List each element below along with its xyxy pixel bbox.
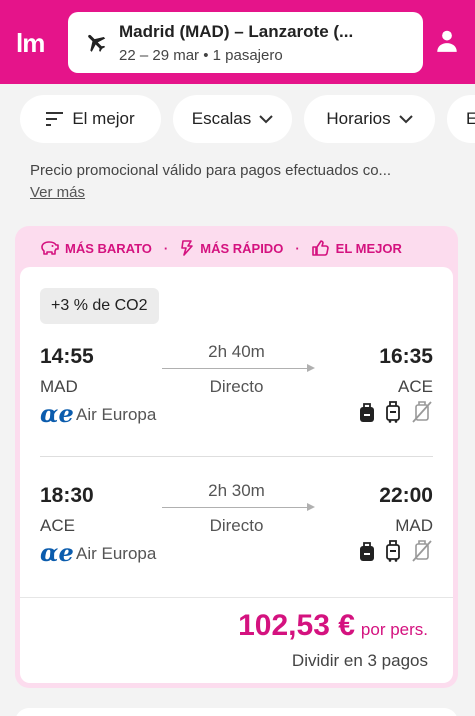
- arrival-time: 22:00: [379, 484, 433, 507]
- segment-divider: [40, 456, 433, 457]
- stops-filter-chip[interactable]: Escalas: [173, 95, 292, 143]
- tag-cheapest: MÁS BARATO: [39, 240, 152, 256]
- arrival-airport: ACE: [398, 377, 433, 396]
- return-segment: 18:30 ACE 2h 30m Directo 22:00 MAD αe Ai…: [20, 481, 453, 604]
- see-more-link[interactable]: Ver más: [30, 184, 85, 201]
- plane-icon: [88, 34, 106, 52]
- stops-label: Directo: [209, 377, 264, 396]
- chevron-down-icon: [398, 114, 413, 123]
- flight-result[interactable]: MÁS BARATO · MÁS RÁPIDO · EL MEJOR +3 % …: [15, 226, 458, 688]
- user-icon[interactable]: [434, 28, 460, 54]
- installments-label: Dividir en 3 pagos: [291, 651, 428, 670]
- arrival-time: 16:35: [379, 345, 433, 368]
- airline-logo: αe: [40, 399, 74, 428]
- arrival-airport: MAD: [395, 516, 433, 535]
- chevron-down-icon: [259, 114, 273, 123]
- more-filter-chip[interactable]: E: [447, 95, 475, 143]
- route-line: [162, 368, 312, 369]
- checked-bag-unavailable-icon: [412, 401, 432, 423]
- chip-label: E: [466, 109, 475, 128]
- route-line: [162, 507, 312, 508]
- tag-label: EL MEJOR: [335, 240, 402, 256]
- arrow-right-icon: [307, 364, 315, 372]
- tag-separator: ·: [295, 240, 300, 256]
- outbound-segment: 14:55 MAD 2h 40m Directo 16:35 ACE αe Ai…: [20, 342, 453, 465]
- price-amount: 102,53 €: [238, 609, 355, 642]
- tag-fastest: MÁS RÁPIDO: [180, 240, 283, 256]
- checked-bag-unavailable-icon: [412, 540, 432, 562]
- sort-icon: [46, 112, 64, 126]
- tag-separator: ·: [163, 240, 169, 256]
- tag-label: MÁS RÁPIDO: [200, 240, 284, 256]
- chip-label: El mejor: [72, 109, 135, 128]
- logo[interactable]: lm: [16, 28, 45, 59]
- chip-label: Horarios: [326, 109, 391, 128]
- promo-text: Precio promocional válido para pagos efe…: [30, 162, 392, 179]
- lightning-icon: [181, 240, 194, 256]
- co2-badge: +3 % de CO2: [40, 288, 159, 324]
- times-filter-chip[interactable]: Horarios: [304, 95, 435, 143]
- cabin-bag-icon: [386, 540, 400, 562]
- top-bar: lm Madrid (MAD) – Lanzarote (... 22 – 29…: [0, 0, 475, 84]
- next-flight-result[interactable]: [15, 708, 458, 716]
- cabin-bag-icon: [386, 401, 400, 423]
- trip-details: 22 – 29 mar • 1 pasajero: [119, 47, 283, 64]
- result-tags: MÁS BARATO · MÁS RÁPIDO · EL MEJOR: [39, 238, 402, 258]
- price-divider: [20, 597, 453, 598]
- personal-bag-icon: [360, 542, 374, 561]
- sort-best-chip[interactable]: El mejor: [20, 95, 161, 143]
- filter-bar: El mejor Escalas Horarios E: [0, 95, 475, 145]
- airline-logo: αe: [40, 538, 74, 567]
- tag-best: EL MEJOR: [311, 240, 402, 256]
- piggy-bank-icon: [41, 241, 59, 255]
- tag-label: MÁS BARATO: [65, 240, 152, 256]
- flight-card[interactable]: +3 % de CO2 14:55 MAD 2h 40m Directo 16:…: [20, 267, 453, 683]
- thumbs-up-icon: [311, 240, 329, 256]
- stops-label: Directo: [209, 516, 264, 535]
- route-title: Madrid (MAD) – Lanzarote (...: [119, 22, 354, 41]
- arrow-right-icon: [307, 503, 315, 511]
- baggage-info: [359, 540, 433, 562]
- chip-label: Escalas: [191, 109, 252, 128]
- personal-bag-icon: [360, 403, 374, 422]
- price-block: 102,53 € por pers.: [238, 609, 428, 643]
- price-suffix: por pers.: [360, 620, 428, 639]
- baggage-info: [359, 401, 433, 423]
- airline-name: Air Europa: [76, 405, 157, 424]
- search-summary[interactable]: Madrid (MAD) – Lanzarote (... 22 – 29 ma…: [68, 12, 423, 73]
- airline-name: Air Europa: [76, 544, 157, 563]
